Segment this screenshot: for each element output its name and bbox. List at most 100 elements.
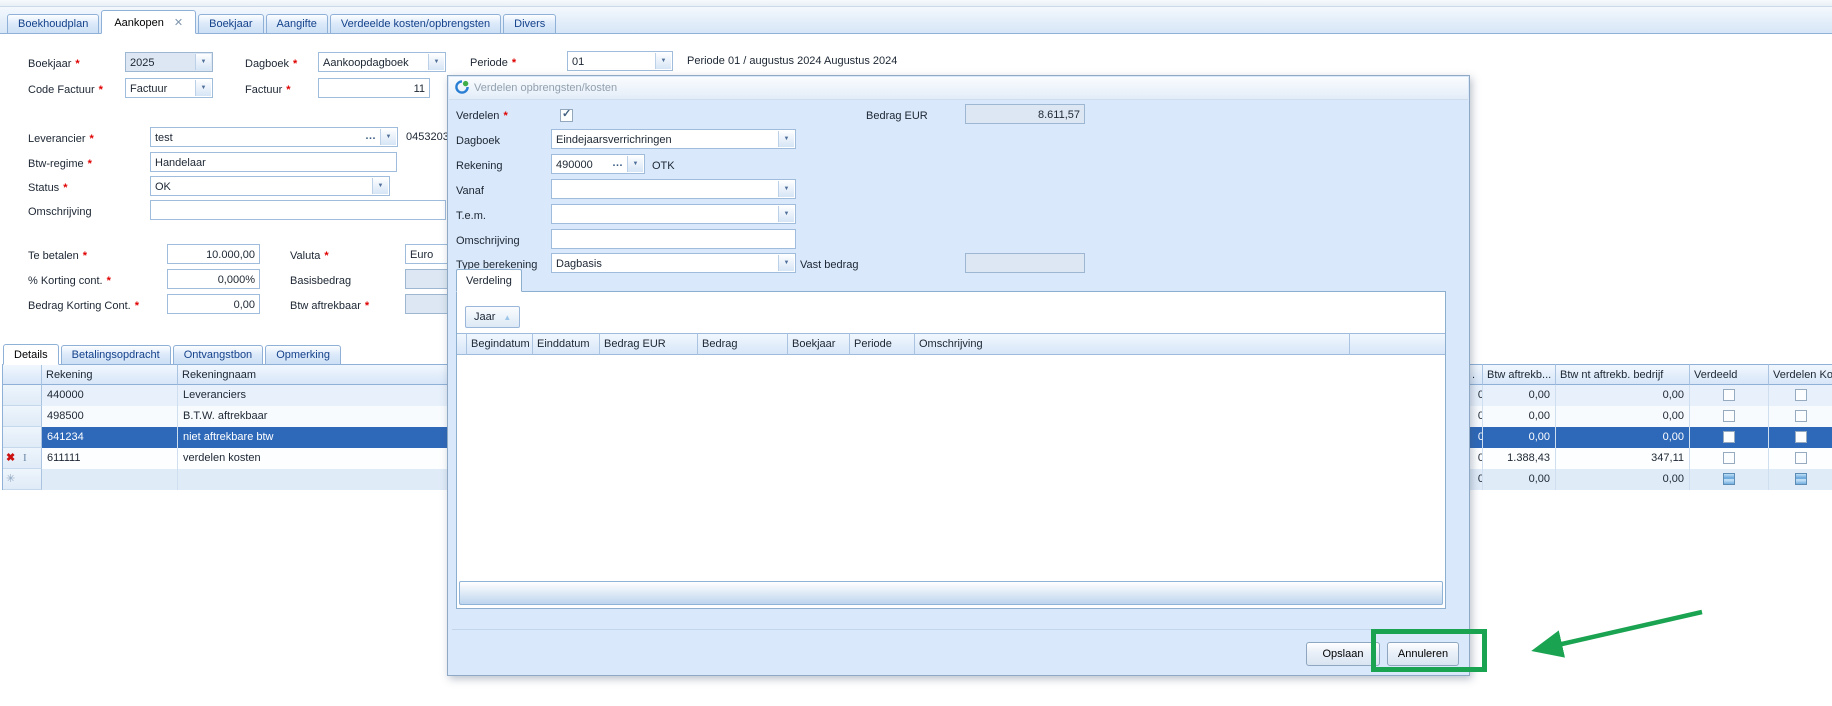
chevron-down-icon[interactable]: ▼ — [372, 178, 388, 194]
cell-rekeningnaam[interactable]: Leveranciers — [178, 385, 448, 406]
type-berekening-select[interactable]: Dagbasis▼ — [551, 253, 796, 273]
column-header-btw-nt-aftrekb[interactable]: Btw nt aftrekb. bedrijf — [1556, 364, 1690, 385]
tab-aangifte[interactable]: Aangifte — [266, 14, 328, 34]
delete-row-icon[interactable]: ✖ — [6, 448, 15, 468]
tab-divers[interactable]: Divers — [503, 14, 556, 34]
verdelen-kosten-checkbox[interactable] — [1795, 452, 1807, 464]
browse-ellipsis-icon[interactable]: … — [610, 156, 626, 172]
code-factuur-select[interactable]: Factuur▼ — [125, 78, 213, 98]
column-header-bedrag[interactable]: Bedrag — [698, 333, 788, 355]
cell-btw-nt-aftrekb[interactable]: 0,00 — [1556, 406, 1690, 427]
cell-btw-aftrekb[interactable]: 0,00 — [1483, 406, 1556, 427]
cell-rekeningnaam[interactable] — [178, 469, 448, 490]
chevron-down-icon[interactable]: ▼ — [428, 54, 444, 70]
tab-close-icon[interactable]: ✕ — [174, 17, 183, 29]
cell-verdelen-kosten[interactable] — [1769, 427, 1832, 448]
modal-dagboek-select[interactable]: Eindejaarsverrichringen▼ — [551, 129, 796, 149]
cell-btw-aftrekb[interactable]: 1.388,43 — [1483, 448, 1556, 469]
column-header-rekening[interactable]: Rekening — [42, 364, 178, 385]
chevron-down-icon[interactable]: ▼ — [195, 54, 211, 70]
btw-regime-input[interactable]: Handelaar — [150, 152, 397, 172]
column-header-bedrag-eur[interactable]: Bedrag EUR — [600, 333, 698, 355]
cell-rekening[interactable]: 498500 — [42, 406, 178, 427]
cell-btw-nt-aftrekb[interactable]: 347,11 — [1556, 448, 1690, 469]
cell-verdelen-kosten[interactable] — [1769, 469, 1832, 490]
cell-verdeeld[interactable] — [1690, 469, 1769, 490]
cell-rekeningnaam[interactable]: verdelen kosten — [178, 448, 448, 469]
verdeeld-checkbox[interactable] — [1723, 410, 1735, 422]
te-betalen-input[interactable]: 10.000,00 — [167, 244, 260, 264]
cell-rekening[interactable]: 641234 — [42, 427, 178, 448]
vanaf-select[interactable]: ▼ — [551, 179, 796, 199]
cell-rekening[interactable] — [42, 469, 178, 490]
dagboek-select[interactable]: Aankoopdagboek▼ — [318, 52, 446, 72]
chevron-down-icon[interactable]: ▼ — [778, 131, 794, 147]
column-header-begindatum[interactable]: Begindatum — [467, 333, 533, 355]
boekjaar-select[interactable]: 2025▼ — [125, 52, 213, 72]
cell-verdeeld[interactable] — [1690, 385, 1769, 406]
column-header-einddatum[interactable]: Einddatum — [533, 333, 600, 355]
column-header-btw-aftrekb[interactable]: Btw aftrekb... — [1483, 364, 1556, 385]
cell-rekening[interactable]: 611111 — [42, 448, 178, 469]
cell-btw-nt-aftrekb[interactable]: 0,00 — [1556, 469, 1690, 490]
tab-details[interactable]: Details — [3, 344, 59, 365]
leverancier-select[interactable]: test…▼ — [150, 127, 398, 147]
chevron-down-icon[interactable]: ▼ — [627, 156, 643, 172]
verdeeld-checkbox[interactable] — [1723, 473, 1735, 485]
browse-ellipsis-icon[interactable]: … — [363, 129, 379, 145]
tab-ontvangstbon[interactable]: Ontvangstbon — [173, 345, 264, 365]
cell-verdelen-kosten[interactable] — [1769, 385, 1832, 406]
chevron-down-icon[interactable]: ▼ — [380, 129, 396, 145]
cell-rekeningnaam[interactable]: niet aftrekbare btw — [178, 427, 448, 448]
cell-verdeeld[interactable] — [1690, 406, 1769, 427]
omschrijving-input[interactable] — [150, 200, 446, 220]
cell-btw-nt-aftrekb[interactable]: 0,00 — [1556, 427, 1690, 448]
verdeeld-checkbox[interactable] — [1723, 431, 1735, 443]
cell-verdelen-kosten[interactable] — [1769, 448, 1832, 469]
new-row-indicator[interactable]: ✳ — [3, 469, 42, 490]
row-indicator[interactable]: ✖ I — [3, 448, 42, 469]
column-header-periode[interactable]: Periode — [850, 333, 915, 355]
row-indicator[interactable] — [3, 406, 42, 427]
cell-btw-aftrekb[interactable]: 0,00 — [1483, 427, 1556, 448]
chevron-down-icon[interactable]: ▼ — [778, 181, 794, 197]
column-header-omschrijving[interactable]: Omschrijving — [915, 333, 1350, 355]
cell-verdeeld[interactable] — [1690, 448, 1769, 469]
chevron-down-icon[interactable]: ▼ — [655, 53, 671, 69]
tem-select[interactable]: ▼ — [551, 204, 796, 224]
verdeeld-checkbox[interactable] — [1723, 389, 1735, 401]
bedrag-korting-input[interactable]: 0,00 — [167, 294, 260, 314]
dialog-titlebar[interactable]: Verdelen opbrengsten/kosten — [449, 77, 1468, 100]
cell-verdelen-kosten[interactable] — [1769, 406, 1832, 427]
cell-btw-aftrekb[interactable]: 0,00 — [1483, 469, 1556, 490]
cell-rekeningnaam[interactable]: B.T.W. aftrekbaar — [178, 406, 448, 427]
tab-verdeelde-kosten[interactable]: Verdeelde kosten/opbrengsten — [330, 14, 501, 34]
tab-opmerking[interactable]: Opmerking — [265, 345, 341, 365]
group-by-jaar-button[interactable]: Jaar▲ — [465, 306, 520, 328]
column-header-verdelen-kosten[interactable]: Verdelen Kosten — [1769, 364, 1832, 385]
tab-betalingsopdracht[interactable]: Betalingsopdracht — [61, 345, 171, 365]
modal-omschrijving-input[interactable] — [551, 229, 796, 249]
tab-verdeling[interactable]: Verdeling — [456, 269, 522, 292]
cell-rekening[interactable]: 440000 — [42, 385, 178, 406]
chevron-down-icon[interactable]: ▼ — [195, 80, 211, 96]
verdelen-kosten-checkbox[interactable] — [1795, 473, 1807, 485]
horizontal-scrollbar[interactable] — [459, 581, 1443, 605]
row-indicator[interactable] — [3, 427, 42, 448]
column-header-boekjaar[interactable]: Boekjaar — [788, 333, 850, 355]
tab-aankopen[interactable]: Aankopen✕ — [101, 10, 196, 34]
row-indicator[interactable] — [3, 385, 42, 406]
verdelen-kosten-checkbox[interactable] — [1795, 431, 1807, 443]
verdeeld-checkbox[interactable] — [1723, 452, 1735, 464]
tab-boekjaar[interactable]: Boekjaar — [198, 14, 263, 34]
column-header-verdeeld[interactable]: Verdeeld — [1690, 364, 1769, 385]
periode-select[interactable]: 01▼ — [567, 51, 673, 71]
chevron-down-icon[interactable]: ▼ — [778, 255, 794, 271]
chevron-down-icon[interactable]: ▼ — [778, 206, 794, 222]
verdelen-kosten-checkbox[interactable] — [1795, 410, 1807, 422]
tab-boekhoudplan[interactable]: Boekhoudplan — [7, 14, 99, 34]
verdelen-checkbox[interactable]: ✓ — [560, 109, 573, 122]
cell-btw-aftrekb[interactable]: 0,00 — [1483, 385, 1556, 406]
column-header-rekeningnaam[interactable]: Rekeningnaam — [178, 364, 448, 385]
cell-btw-nt-aftrekb[interactable]: 0,00 — [1556, 385, 1690, 406]
